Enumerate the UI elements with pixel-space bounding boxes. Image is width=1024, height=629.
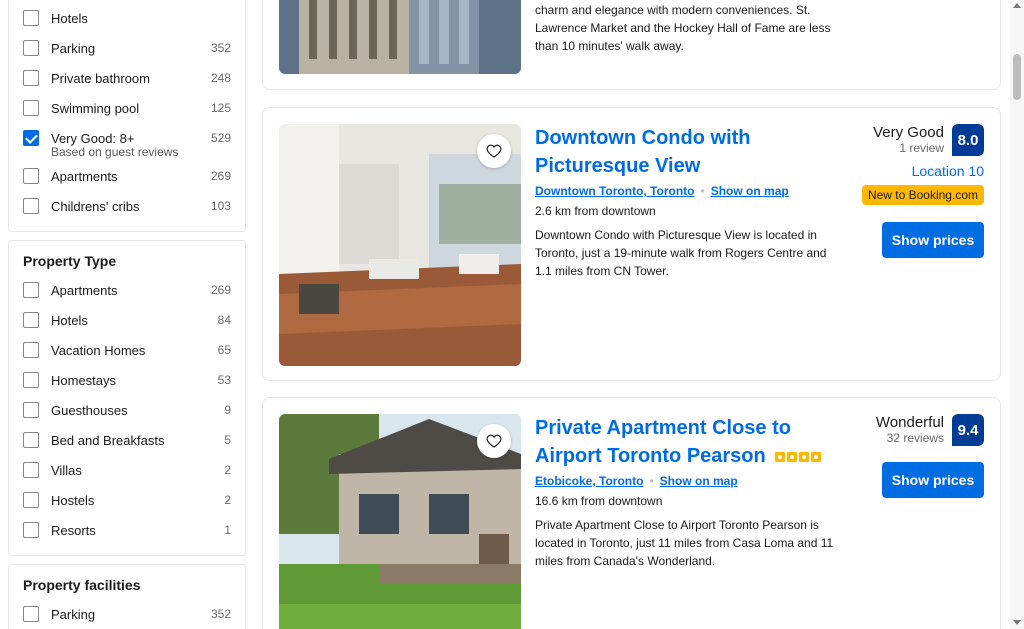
save-favorite-button[interactable] [477, 134, 511, 168]
type-vacation-homes[interactable]: Vacation Homes 65 [23, 335, 231, 365]
show-prices-button[interactable]: Show prices [882, 462, 984, 498]
review-text: Very Good 1 review [854, 124, 944, 155]
property-title-link[interactable]: Downtown Condo with Picturesque View [535, 124, 845, 180]
filter-swimming-pool[interactable]: Swimming pool 125 [23, 93, 231, 123]
checkbox[interactable] [23, 10, 39, 26]
type-hostels[interactable]: Hostels 2 [23, 485, 231, 515]
review-score-block[interactable]: Very Good 1 review 8.0 Location 10 New t… [854, 124, 984, 205]
new-badge: New to Booking.com [861, 185, 984, 205]
filter-apartments[interactable]: Apartments 269 [23, 161, 231, 191]
popular-filters-box: Hotels Parking 352 Private bathroom 248 Sw… [8, 0, 246, 232]
scrollbar-thumb[interactable] [1013, 54, 1021, 100]
property-distance: 16.6 km from downtown [535, 494, 663, 508]
checkbox[interactable] [23, 40, 39, 56]
property-facilities-heading: Property facilities [23, 577, 141, 593]
property-info: Private Apartment Close to Airport Toron… [535, 414, 845, 570]
review-score-badge: 8.0 [952, 124, 984, 156]
separator-dot: • [700, 184, 705, 198]
property-distance: 2.6 km from downtown [535, 204, 656, 218]
property-location-line: Etobicoke, Toronto • Show on map [535, 474, 845, 488]
property-card-previous: charm and elegance with modern convenien… [262, 0, 1001, 90]
property-type-box: Property Type Apartments 269 Hotels 84 Vac… [8, 240, 246, 556]
property-photo[interactable] [279, 414, 521, 629]
show-prices-button[interactable]: Show prices [882, 222, 984, 258]
type-apartments[interactable]: Apartments 269 [23, 275, 231, 305]
checkbox[interactable] [23, 100, 39, 116]
checkbox[interactable] [23, 432, 39, 448]
type-resorts[interactable]: Resorts 1 [23, 515, 231, 545]
checkbox[interactable] [23, 70, 39, 86]
star-icon [799, 451, 810, 462]
star-icon [775, 451, 786, 462]
review-count: 32 reviews [886, 431, 944, 445]
show-on-map-link[interactable]: Show on map [711, 184, 789, 198]
review-count: 1 review [899, 141, 944, 155]
checkbox[interactable] [23, 342, 39, 358]
separator-dot: • [649, 474, 654, 488]
show-on-map-link[interactable]: Show on map [660, 474, 738, 488]
facility-parking[interactable]: Parking 352 [23, 599, 231, 629]
page-scrollbar[interactable] [1010, 0, 1024, 629]
review-text: Wonderful 32 reviews [854, 414, 944, 445]
scroll-up-arrow-icon[interactable] [1013, 3, 1021, 8]
property-title-line: Private Apartment Close to Airport Toron… [535, 414, 845, 470]
heart-icon [486, 144, 502, 158]
star-icon [787, 451, 798, 462]
filter-cribs[interactable]: Childrens' cribs 103 [23, 191, 231, 221]
property-card: Private Apartment Close to Airport Toron… [262, 397, 1001, 629]
property-card: Downtown Condo with Picturesque View Dow… [262, 107, 1001, 381]
checkbox[interactable] [23, 372, 39, 388]
type-guesthouses[interactable]: Guesthouses 9 [23, 395, 231, 425]
checkbox-checked[interactable] [23, 130, 39, 146]
property-description: Private Apartment Close to Airport Toron… [535, 518, 834, 568]
review-score-block[interactable]: Wonderful 32 reviews 9.4 [854, 414, 984, 446]
checkbox[interactable] [23, 492, 39, 508]
scroll-down-arrow-icon[interactable] [1013, 620, 1021, 625]
property-title-link[interactable]: Private Apartment Close to Airport Toron… [535, 417, 791, 467]
checkbox[interactable] [23, 168, 39, 184]
property-info: Downtown Condo with Picturesque View Dow… [535, 124, 845, 280]
property-location-link[interactable]: Etobicoke, Toronto [535, 474, 643, 488]
checkbox[interactable] [23, 312, 39, 328]
heart-icon [486, 434, 502, 448]
type-hotels[interactable]: Hotels 84 [23, 305, 231, 335]
type-bed-and-breakfasts[interactable]: Bed and Breakfasts 5 [23, 425, 231, 455]
filter-parking[interactable]: Parking 352 [23, 33, 231, 63]
property-info: charm and elegance with modern convenien… [535, 1, 845, 55]
filter-very-good[interactable]: Very Good: 8+ 529 [23, 123, 231, 153]
save-favorite-button[interactable] [477, 424, 511, 458]
type-villas[interactable]: Villas 2 [23, 455, 231, 485]
checkbox[interactable] [23, 402, 39, 418]
rating-word: Very Good [873, 124, 944, 141]
building-photo-image [279, 0, 521, 74]
checkbox[interactable] [23, 606, 39, 622]
property-location-line: Downtown Toronto, Toronto • Show on map [535, 184, 845, 198]
property-description: Downtown Condo with Picturesque View is … [535, 228, 827, 278]
filter-private-bathroom[interactable]: Private bathroom 248 [23, 63, 231, 93]
checkbox[interactable] [23, 522, 39, 538]
location-score: Location 10 [911, 163, 984, 179]
property-facilities-box: Property facilities Parking 352 [8, 564, 246, 629]
filter-hotels[interactable]: Hotels [23, 3, 231, 33]
checkbox[interactable] [23, 198, 39, 214]
property-photo[interactable] [279, 124, 521, 366]
filters-sidebar: Hotels Parking 352 Private bathroom 248 Sw… [8, 0, 246, 629]
property-description: charm and elegance with modern convenien… [535, 3, 831, 53]
search-results-page: Hotels Parking 352 Private bathroom 248 Sw… [0, 0, 1024, 629]
checkbox[interactable] [23, 282, 39, 298]
rating-word: Wonderful [875, 414, 944, 431]
property-type-heading: Property Type [23, 253, 117, 269]
review-score-badge: 9.4 [952, 414, 984, 446]
checkbox[interactable] [23, 462, 39, 478]
star-rating [775, 451, 822, 462]
star-icon [811, 451, 822, 462]
property-location-link[interactable]: Downtown Toronto, Toronto [535, 184, 695, 198]
property-photo[interactable] [279, 0, 521, 74]
type-homestays[interactable]: Homestays 53 [23, 365, 231, 395]
